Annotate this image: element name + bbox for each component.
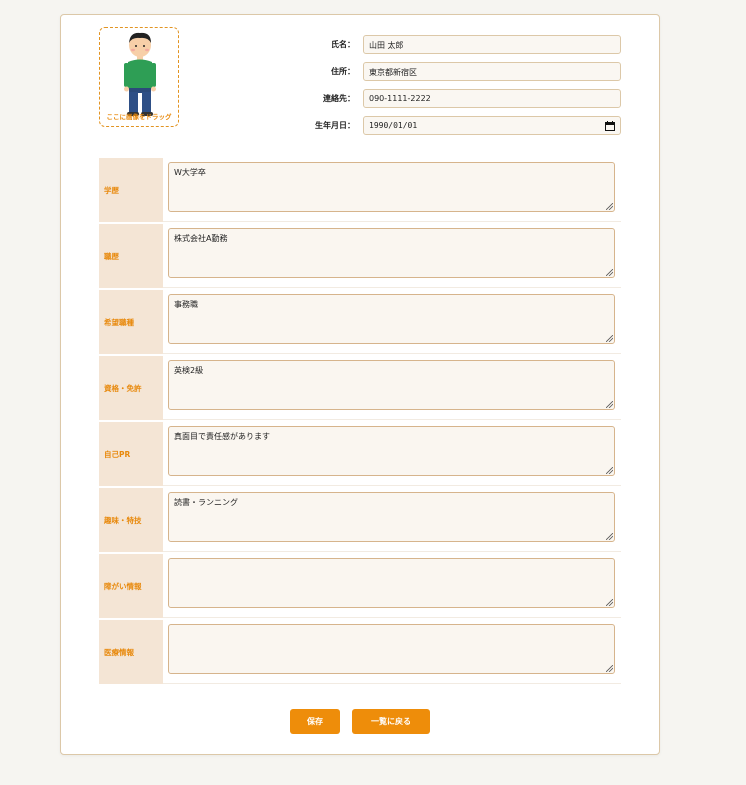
medical-info-textarea[interactable]: [168, 624, 615, 674]
hobbies-skills-text: 読書・ランニング: [174, 498, 238, 507]
medical-info-label: 医療情報: [99, 620, 163, 684]
contact-input[interactable]: 090-1111-2222: [363, 89, 621, 108]
photo-drop-hint: ここに画像をドラッグ: [106, 113, 172, 121]
disability-info-label: 障がい情報: [99, 554, 163, 618]
field-row-education: 学歴 W大学卒: [99, 158, 621, 222]
field-row-qualifications: 資格・免許 英検2級: [99, 356, 621, 420]
resize-handle-icon[interactable]: [606, 269, 613, 276]
resize-handle-icon[interactable]: [606, 533, 613, 540]
field-row-medical-info: 医療情報: [99, 620, 621, 684]
name-input[interactable]: 山田 太郎: [363, 35, 621, 54]
work-history-label: 職歴: [99, 224, 163, 288]
birthdate-value: 1990/01/01: [369, 121, 418, 130]
name-label: 氏名：: [331, 40, 355, 49]
hobbies-skills-textarea[interactable]: 読書・ランニング: [168, 492, 615, 542]
contact-label: 連絡先：: [323, 94, 355, 103]
field-row-hobbies-skills: 趣味・特技 読書・ランニング: [99, 488, 621, 552]
work-history-cell: 株式会社A勤務: [163, 224, 621, 288]
work-history-textarea[interactable]: 株式会社A勤務: [168, 228, 615, 278]
medical-info-cell: [163, 620, 621, 684]
self-pr-textarea[interactable]: 真面目で責任感があります: [168, 426, 615, 476]
photo-drop-zone[interactable]: ここに画像をドラッグ: [99, 27, 179, 127]
field-row-work-history: 職歴 株式会社A勤務: [99, 224, 621, 288]
desired-job-label: 希望職種: [99, 290, 163, 354]
desired-job-textarea[interactable]: 事務職: [168, 294, 615, 344]
hobbies-skills-label: 趣味・特技: [99, 488, 163, 552]
resize-handle-icon[interactable]: [606, 467, 613, 474]
contact-row: 連絡先： 090-1111-2222: [291, 89, 621, 108]
disability-info-textarea[interactable]: [168, 558, 615, 608]
field-row-desired-job: 希望職種 事務職: [99, 290, 621, 354]
self-pr-cell: 真面目で責任感があります: [163, 422, 621, 486]
save-button[interactable]: 保存: [290, 709, 340, 734]
name-row: 氏名： 山田 太郎: [291, 35, 621, 54]
resize-handle-icon[interactable]: [606, 203, 613, 210]
education-textarea[interactable]: W大学卒: [168, 162, 615, 212]
disability-info-cell: [163, 554, 621, 618]
resume-form-card: ここに画像をドラッグ 氏名： 山田 太郎 住所： 東京都新宿区 連絡先： 090…: [60, 14, 660, 755]
resume-fields-table: 学歴 W大学卒職歴 株式会社A勤務希望職種 事務職資格・免許 英検2級自己PR 真面目で責…: [99, 156, 621, 686]
address-input[interactable]: 東京都新宿区: [363, 62, 621, 81]
address-row: 住所： 東京都新宿区: [291, 62, 621, 81]
field-row-disability-info: 障がい情報: [99, 554, 621, 618]
work-history-text: 株式会社A勤務: [174, 234, 228, 243]
resize-handle-icon[interactable]: [606, 665, 613, 672]
resize-handle-icon[interactable]: [606, 335, 613, 342]
self-pr-label: 自己PR: [99, 422, 163, 486]
back-to-list-button[interactable]: 一覧に戻る: [352, 709, 430, 734]
education-cell: W大学卒: [163, 158, 621, 222]
qualifications-textarea[interactable]: 英検2級: [168, 360, 615, 410]
calendar-icon[interactable]: [605, 121, 615, 131]
hobbies-skills-cell: 読書・ランニング: [163, 488, 621, 552]
self-pr-text: 真面目で責任感があります: [174, 432, 270, 441]
education-text: W大学卒: [174, 168, 206, 177]
desired-job-cell: 事務職: [163, 290, 621, 354]
birthdate-row: 生年月日： 1990/01/01: [291, 116, 621, 135]
resize-handle-icon[interactable]: [606, 599, 613, 606]
qualifications-cell: 英検2級: [163, 356, 621, 420]
birthdate-label: 生年月日：: [315, 121, 355, 130]
field-row-self-pr: 自己PR 真面目で責任感があります: [99, 422, 621, 486]
education-label: 学歴: [99, 158, 163, 222]
birthdate-input[interactable]: 1990/01/01: [363, 116, 621, 135]
resize-handle-icon[interactable]: [606, 401, 613, 408]
address-label: 住所：: [331, 67, 355, 76]
qualifications-text: 英検2級: [174, 366, 204, 375]
desired-job-text: 事務職: [174, 300, 198, 309]
qualifications-label: 資格・免許: [99, 356, 163, 420]
